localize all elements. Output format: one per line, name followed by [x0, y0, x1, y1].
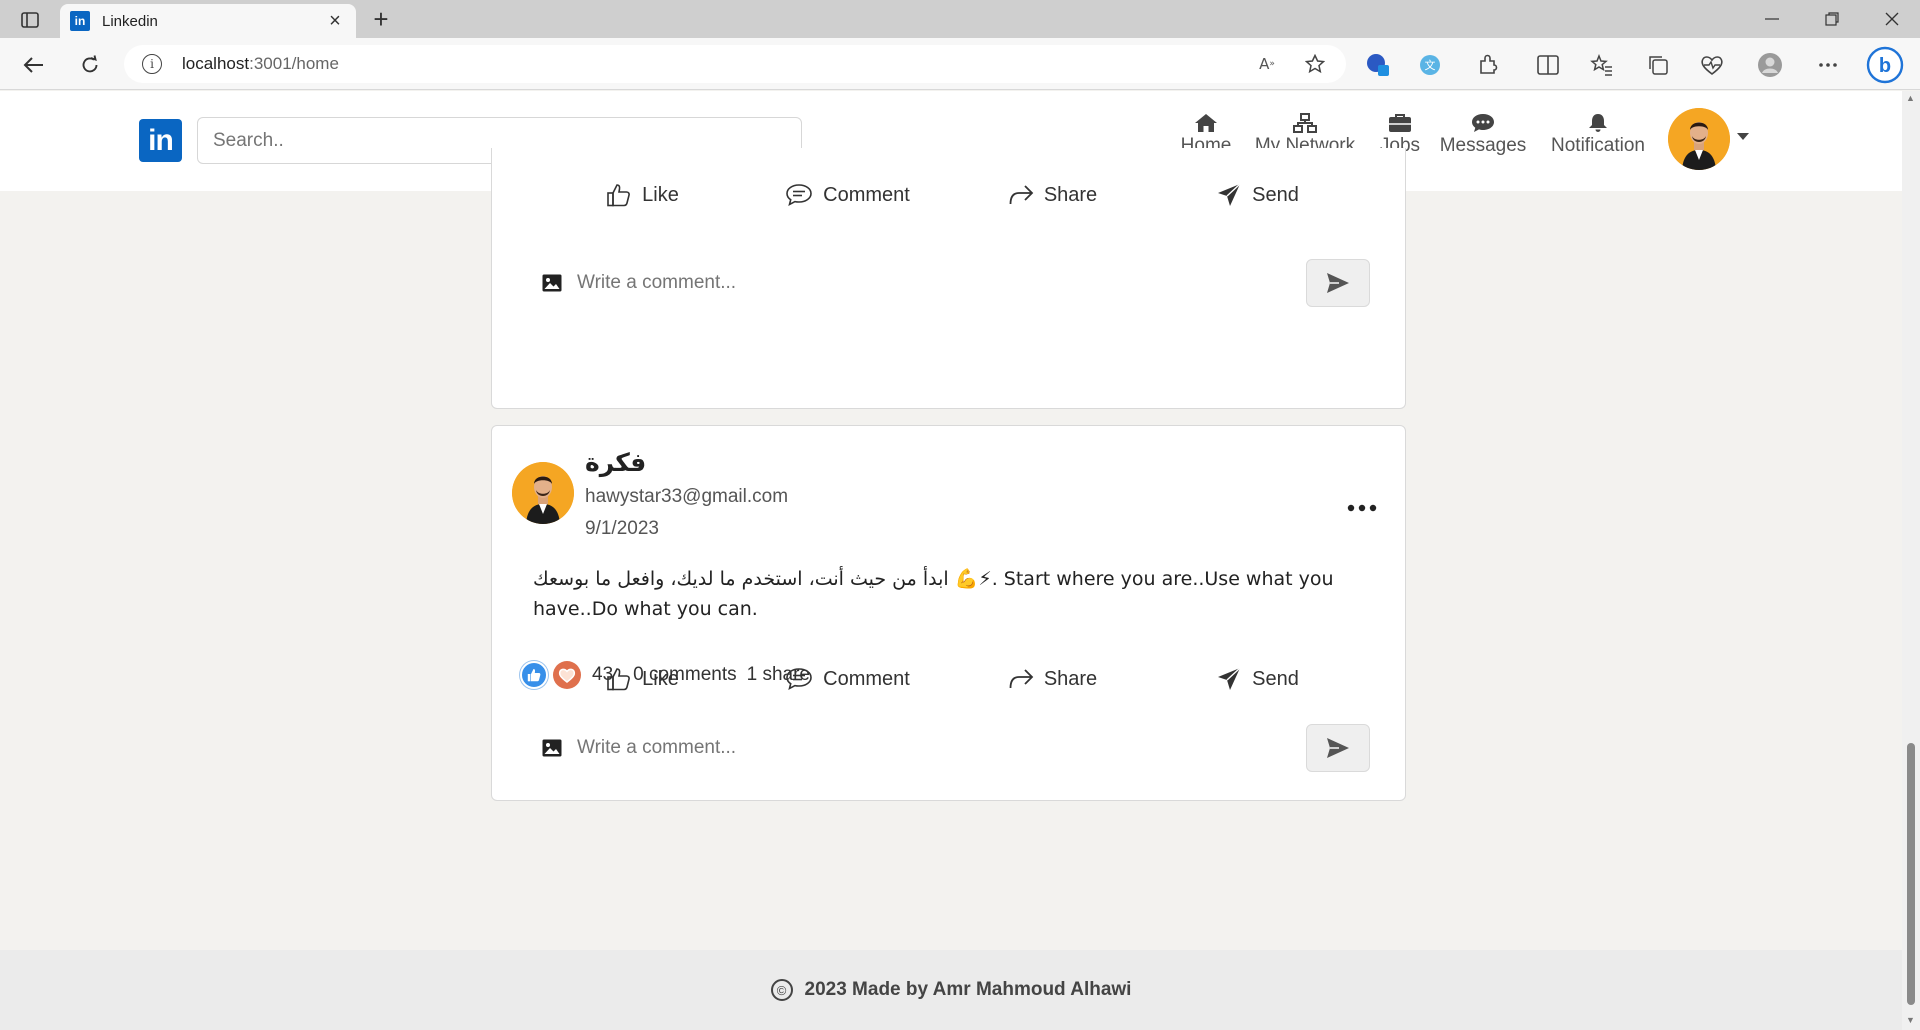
comment-label: Comment [823, 183, 910, 206]
profile-icon[interactable] [1756, 51, 1784, 79]
post-author-name[interactable]: فكرة [585, 448, 646, 477]
comment-button[interactable]: Comment [745, 659, 950, 699]
url-text[interactable]: localhost:3001/home [182, 54, 1232, 74]
refresh-button[interactable] [74, 49, 106, 81]
address-bar[interactable]: i localhost:3001/home A» [124, 45, 1346, 83]
site-info-icon[interactable]: i [142, 54, 162, 74]
like-label: Like [642, 183, 679, 206]
send-plane-icon [1218, 183, 1241, 206]
post-author-avatar[interactable] [512, 462, 574, 524]
share-button[interactable]: Share [950, 659, 1155, 699]
send-label: Send [1252, 183, 1299, 206]
chat-icon [1471, 107, 1495, 133]
comment-icon [786, 184, 812, 207]
read-aloud-icon[interactable]: A» [1254, 51, 1280, 77]
share-label: Share [1043, 183, 1098, 206]
tab-close-icon[interactable]: × [324, 10, 346, 33]
post-actions-bar: Like Comment Share Send [540, 175, 1360, 215]
linkedin-favicon-icon: in [70, 11, 90, 31]
briefcase-icon [1388, 107, 1412, 133]
restore-button[interactable] [1804, 0, 1860, 38]
svg-text:文: 文 [1425, 58, 1436, 72]
favorite-star-icon[interactable] [1302, 51, 1328, 77]
page-viewport: in Home My Network Jobs Messages [0, 91, 1902, 1030]
bing-chat-icon[interactable]: b [1866, 46, 1904, 84]
linkedin-logo[interactable]: in [139, 119, 182, 162]
thumbs-up-icon [607, 668, 631, 691]
copyright-icon: © [770, 979, 793, 1001]
comment-input[interactable] [577, 737, 1306, 759]
submit-comment-button[interactable] [1306, 259, 1370, 307]
image-icon[interactable] [540, 737, 564, 759]
share-button[interactable]: Share [950, 175, 1155, 215]
page-footer: © 2023 Made by Amr Mahmoud Alhawi [0, 950, 1902, 1030]
browser-tab[interactable]: in Linkedin × [60, 4, 356, 38]
comment-composer [540, 258, 1370, 308]
new-tab-button[interactable]: + [366, 4, 396, 34]
url-host: localhost [182, 54, 250, 73]
nav-notification[interactable]: Notification [1546, 107, 1650, 167]
back-button[interactable] [18, 49, 50, 81]
thumbs-up-icon [607, 184, 631, 207]
tab-actions-icon[interactable] [14, 8, 46, 32]
nav-notification-label: Notification [1551, 135, 1645, 156]
send-label: Send [1252, 667, 1299, 690]
image-icon[interactable] [540, 272, 564, 294]
like-button[interactable]: Like [540, 659, 745, 699]
url-path: :3001/home [249, 54, 339, 73]
share-arrow-icon [1009, 185, 1034, 205]
network-icon [1293, 107, 1317, 133]
footer-text: 2023 Made by Amr Mahmoud Alhawi [804, 979, 1132, 1000]
minimize-button[interactable] [1744, 0, 1800, 38]
like-button[interactable]: Like [540, 175, 745, 215]
like-label: Like [642, 667, 679, 690]
post-card-previous: Like Comment Share Send [491, 148, 1406, 409]
favorites-icon[interactable] [1588, 51, 1616, 79]
svg-text:b: b [1879, 55, 1891, 77]
comment-composer [540, 723, 1370, 773]
account-dropdown-caret-icon[interactable] [1737, 133, 1749, 140]
scroll-up-arrow-icon[interactable]: ▲ [1906, 93, 1915, 103]
page-scrollbar[interactable]: ▲ ▼ [1902, 91, 1920, 1030]
settings-more-icon[interactable] [1814, 51, 1842, 79]
tab-title: Linkedin [102, 12, 158, 30]
extension-copilot-icon[interactable] [1364, 51, 1392, 79]
post-more-options-icon[interactable] [1347, 486, 1377, 520]
browser-essentials-icon[interactable] [1698, 51, 1726, 79]
send-button[interactable]: Send [1155, 175, 1360, 215]
post-actions-bar: Like Comment Share Send [540, 659, 1360, 699]
post-author-email: hawystar33@gmail.com [585, 486, 789, 507]
user-avatar[interactable] [1668, 108, 1730, 170]
post-date: 9/1/2023 [585, 518, 659, 539]
send-button[interactable]: Send [1155, 659, 1360, 699]
comment-label: Comment [823, 667, 910, 690]
close-window-button[interactable] [1864, 0, 1920, 38]
nav-messages[interactable]: Messages [1438, 107, 1528, 167]
comment-input[interactable] [577, 272, 1306, 294]
collections-icon[interactable] [1644, 51, 1672, 79]
browser-tabstrip: in Linkedin × + [0, 0, 1920, 38]
post-card: فكرة hawystar33@gmail.com 9/1/2023 ابدأ … [491, 425, 1406, 801]
browser-toolbar: i localhost:3001/home A» 文 b [0, 38, 1920, 90]
bell-icon [1587, 107, 1609, 133]
send-icon [1327, 738, 1349, 758]
submit-comment-button[interactable] [1306, 724, 1370, 772]
comment-button[interactable]: Comment [745, 175, 950, 215]
send-icon [1327, 273, 1349, 293]
post-body-text: ابدأ من حيث أنت، استخدم ما لديك، وافعل م… [533, 568, 1334, 620]
comment-icon [786, 668, 812, 691]
share-label: Share [1043, 667, 1098, 690]
footer-copyright: © 2023 Made by Amr Mahmoud Alhawi [0, 950, 1902, 1030]
scrollbar-thumb[interactable] [1907, 743, 1915, 1005]
extension-translate-icon[interactable]: 文 [1416, 51, 1444, 79]
home-icon [1194, 107, 1218, 133]
share-arrow-icon [1009, 669, 1034, 689]
extensions-puzzle-icon[interactable] [1474, 51, 1502, 79]
scroll-down-arrow-icon[interactable]: ▼ [1906, 1015, 1915, 1025]
nav-messages-label: Messages [1439, 135, 1527, 156]
send-plane-icon [1218, 667, 1241, 690]
split-screen-icon[interactable] [1534, 51, 1562, 79]
